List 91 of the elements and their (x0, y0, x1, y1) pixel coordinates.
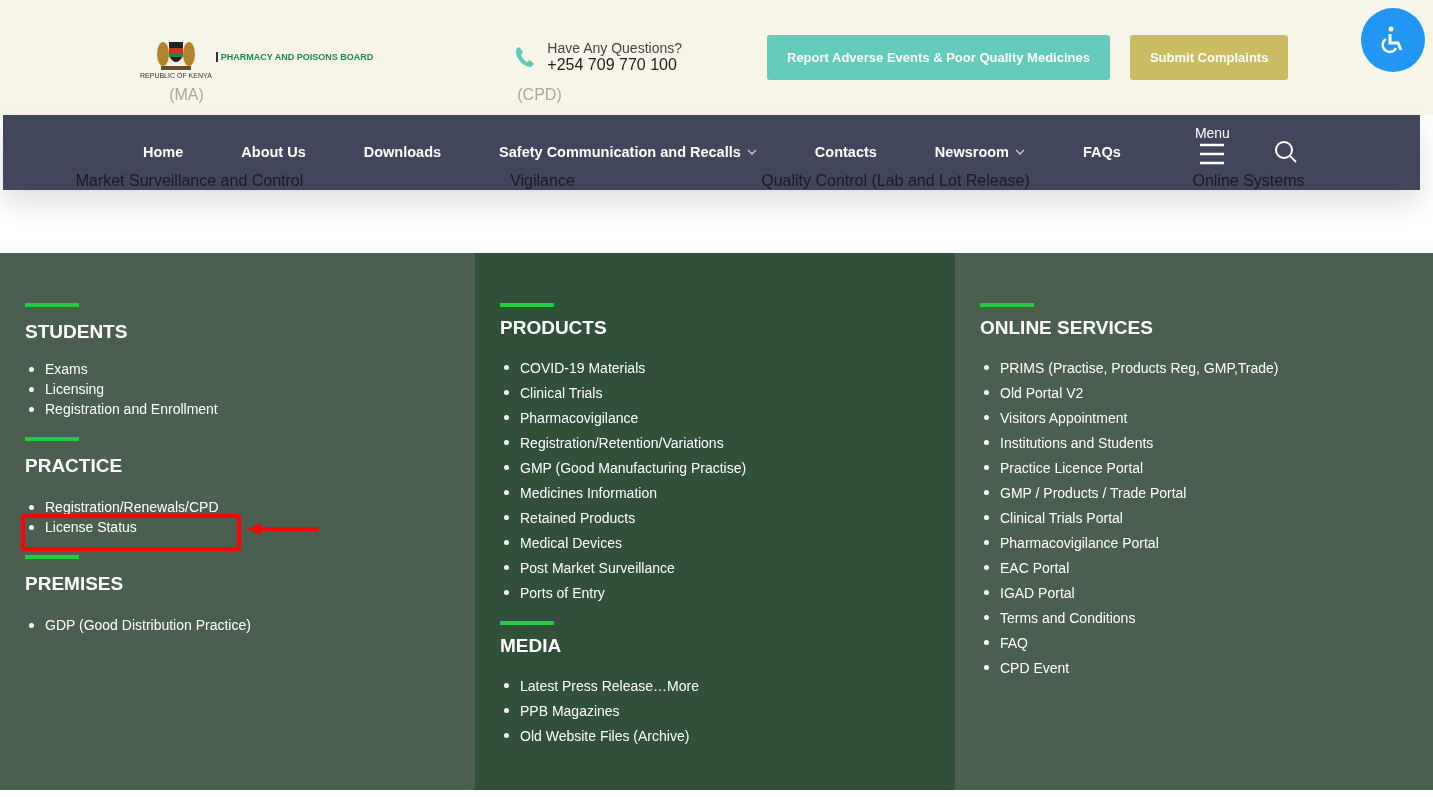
section-title: PREMISES (25, 573, 125, 595)
bullet-icon (984, 540, 989, 545)
footer-link[interactable]: License Status (45, 519, 137, 535)
bullet-icon (984, 415, 989, 420)
bullet-icon (984, 465, 989, 470)
bullet-icon (984, 565, 989, 570)
bullet-icon (504, 465, 509, 470)
footer-link[interactable]: Registration/Retention/Variations (520, 434, 724, 451)
footer-link[interactable]: GMP / Products / Trade Portal (1000, 484, 1187, 501)
footer-link[interactable]: EAC Portal (1000, 559, 1070, 576)
footer-link[interactable]: Retained Products (520, 509, 636, 526)
accent-bar (500, 303, 554, 307)
footer-link[interactable]: GDP (Good Distribution Practice) (45, 617, 251, 633)
bullet-icon (984, 365, 989, 370)
footer-link[interactable]: Post Market Surveillance (520, 559, 675, 576)
bullet-icon (504, 415, 509, 420)
bullet-icon (984, 390, 989, 395)
search-icon[interactable] (1273, 139, 1298, 164)
nav-link[interactable]: FAQs (1083, 143, 1121, 160)
footer-link[interactable]: Clinical Trials (520, 384, 603, 401)
bullet-icon (504, 708, 509, 713)
footer-link[interactable]: FAQ (1000, 634, 1028, 651)
bullet-icon (504, 490, 509, 495)
bullet-icon (984, 515, 989, 520)
footer-link[interactable]: Latest Press Release…More (520, 677, 699, 694)
footer-link[interactable]: Practice Licence Portal (1000, 459, 1144, 476)
footer-link[interactable]: COVID-19 Materials (520, 359, 646, 376)
bullet-icon (984, 590, 989, 595)
footer-link[interactable]: Visitors Appointment (1000, 409, 1128, 426)
footer-link[interactable]: Ports of Entry (520, 584, 605, 601)
bullet-icon (984, 640, 989, 645)
footer-link[interactable]: Registration/Renewals/CPD (45, 499, 219, 515)
bullet-icon (29, 386, 34, 392)
section-title: ONLINE SERVICES (980, 317, 1154, 339)
footer-link[interactable]: Clinical Trials Portal (1000, 509, 1123, 526)
bullet-icon (504, 565, 509, 570)
footer-link[interactable]: PRIMS (Practise, Products Reg, GMP,Trade) (1000, 359, 1279, 376)
nav-link[interactable]: Safety Communication and Recalls (499, 143, 757, 160)
bullet-icon (504, 540, 509, 545)
accent-bar (980, 303, 1034, 307)
nav-link[interactable]: Downloads (363, 143, 442, 160)
section-title: MEDIA (500, 635, 563, 657)
footer-link[interactable]: Pharmacovigilance Portal (1000, 534, 1159, 551)
footer-link[interactable]: Medicines Information (520, 484, 657, 501)
bullet-icon (29, 406, 34, 412)
phone-icon (515, 46, 536, 68)
bullet-icon (29, 504, 34, 510)
bullet-icon (504, 365, 509, 370)
footer-link[interactable]: Registration and Enrollment (45, 401, 218, 417)
bullet-icon (504, 733, 509, 738)
bullet-icon (29, 524, 34, 530)
bullet-icon (504, 390, 509, 395)
nav-link[interactable]: Contacts (814, 143, 877, 160)
nav-link[interactable]: Newsroom (934, 143, 1025, 160)
bullet-icon (504, 515, 509, 520)
accent-bar (25, 555, 79, 559)
menu-button[interactable]: Menu (1194, 124, 1230, 165)
section-title: PRACTICE (25, 455, 124, 477)
bullet-icon (29, 622, 34, 628)
bullet-icon (504, 683, 509, 688)
footer-link[interactable]: Medical Devices (520, 534, 622, 551)
bullet-icon (984, 440, 989, 445)
menu-icon (1199, 142, 1226, 165)
footer-link[interactable]: GMP (Good Manufacturing Practise) (520, 459, 747, 476)
contact-question: Have Any Questions? (547, 40, 682, 56)
footer-link[interactable]: PPB Magazines (520, 702, 620, 719)
arrow-icon (247, 523, 319, 535)
footer-link[interactable]: Licensing (45, 381, 105, 397)
bullet-icon (504, 440, 509, 445)
footer-link[interactable]: Old Website Files (Archive) (520, 727, 690, 744)
section-title: PRODUCTS (500, 317, 608, 339)
logo-text[interactable]: PHARMACY AND POISONS BOARD (215, 52, 374, 62)
section-title: STUDENTS (25, 321, 129, 343)
accent-bar (25, 303, 79, 307)
footer-link[interactable]: Pharmacovigilance (520, 409, 639, 426)
nav-link[interactable]: About Us (241, 143, 306, 160)
footer-link[interactable]: Terms and Conditions (1000, 609, 1136, 626)
footer-link[interactable]: Institutions and Students (1000, 434, 1154, 451)
footer-link[interactable]: Old Portal V2 (1000, 384, 1084, 401)
nav-link[interactable]: Home (143, 143, 184, 160)
footer-link[interactable]: IGAD Portal (1000, 584, 1075, 601)
accent-bar (25, 437, 79, 441)
phone-number[interactable]: +254 709 770 100 (547, 56, 682, 74)
bullet-icon (984, 615, 989, 620)
bullet-icon (984, 665, 989, 670)
footer-link[interactable]: Exams (45, 361, 88, 377)
bullet-icon (29, 366, 34, 372)
bullet-icon (984, 490, 989, 495)
accent-bar (500, 621, 554, 625)
bullet-icon (504, 590, 509, 595)
footer-link[interactable]: CPD Event (1000, 659, 1070, 676)
